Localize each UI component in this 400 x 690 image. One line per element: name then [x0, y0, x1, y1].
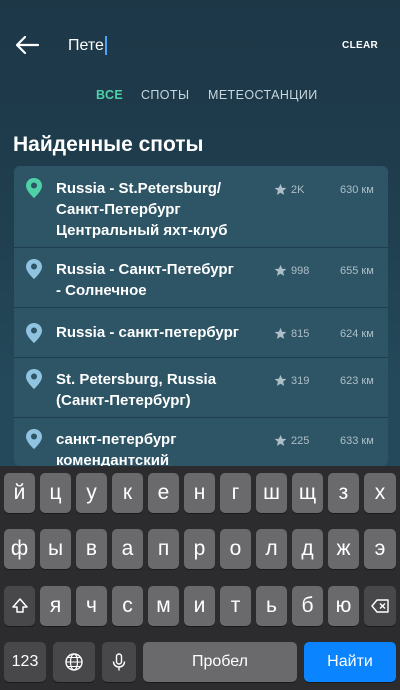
key[interactable]: г	[220, 473, 251, 513]
result-distance: 623 км	[340, 375, 374, 387]
key[interactable]: д	[292, 529, 323, 569]
result-name-line: Russia - санкт-петербург	[56, 324, 239, 341]
result-name: Russia - St.Petersburg/ Санкт-Петербург …	[56, 178, 268, 241]
clear-button[interactable]: CLEAR	[342, 40, 378, 51]
key[interactable]: л	[256, 529, 287, 569]
result-name-line: комендантский	[56, 452, 170, 466]
result-name: Russia - Санкт-Петебург - Солнечное	[56, 259, 268, 301]
result-name-line: санкт-петербург	[56, 431, 177, 448]
key[interactable]: и	[184, 586, 215, 626]
star-icon	[274, 183, 287, 195]
result-name-line: Russia - Санкт-Петебург	[56, 261, 234, 278]
shift-key[interactable]	[4, 586, 35, 626]
result-name: санкт-петербург комендантский	[56, 429, 268, 466]
tab-weather-stations[interactable]: МЕТЕОСТАНЦИИ	[208, 88, 318, 102]
results-list: Russia - St.Petersburg/ Санкт-Петербург …	[14, 166, 388, 466]
key[interactable]: т	[220, 586, 251, 626]
back-button[interactable]	[12, 30, 42, 60]
result-distance: 624 км	[340, 328, 374, 340]
key[interactable]: ч	[76, 586, 107, 626]
result-name-line: Russia - St.Petersburg/	[56, 180, 222, 197]
key[interactable]: ш	[256, 473, 287, 513]
key[interactable]: ь	[256, 586, 287, 626]
search-input[interactable]: Пете	[68, 36, 107, 56]
result-name-line: (Санкт-Петербург)	[56, 392, 191, 409]
key[interactable]: ю	[328, 586, 359, 626]
key[interactable]: с	[112, 586, 143, 626]
section-title: Найденные споты	[13, 133, 204, 156]
key[interactable]: щ	[292, 473, 323, 513]
result-distance: 633 км	[340, 435, 374, 447]
result-name: St. Petersburg, Russia (Санкт-Петербург)	[56, 369, 268, 411]
filter-tabs: ВСЕ СПОТЫ МЕТЕОСТАНЦИИ	[0, 88, 400, 108]
result-rating: 2K	[291, 184, 305, 196]
map-pin-icon	[26, 369, 42, 389]
key[interactable]: я	[40, 586, 71, 626]
space-key[interactable]: Пробел	[143, 642, 297, 682]
result-name-line: Санкт-Петербург	[56, 201, 181, 218]
key[interactable]: к	[112, 473, 143, 513]
search-go-key[interactable]: Найти	[304, 642, 396, 682]
key[interactable]: з	[328, 473, 359, 513]
backspace-key[interactable]	[364, 586, 396, 626]
result-item[interactable]: Russia - Санкт-Петебург - Солнечное 998 …	[14, 248, 388, 308]
shift-icon	[11, 598, 28, 613]
key[interactable]: ж	[328, 529, 359, 569]
result-item[interactable]: St. Petersburg, Russia (Санкт-Петербург)…	[14, 358, 388, 418]
result-rating: 815	[291, 328, 310, 340]
arrow-left-icon	[15, 35, 40, 55]
key[interactable]: х	[364, 473, 396, 513]
result-item[interactable]: Russia - St.Petersburg/ Санкт-Петербург …	[14, 166, 388, 248]
result-rating: 319	[291, 375, 310, 387]
key[interactable]: ц	[40, 473, 71, 513]
tab-all[interactable]: ВСЕ	[96, 88, 123, 102]
key[interactable]: а	[112, 529, 143, 569]
map-pin-icon	[26, 178, 42, 198]
result-distance: 630 км	[340, 184, 374, 196]
key[interactable]: б	[292, 586, 323, 626]
numbers-key[interactable]: 123	[4, 642, 46, 682]
star-icon	[274, 374, 287, 386]
result-item[interactable]: Russia - санкт-петербург 815 624 км	[14, 308, 388, 358]
result-rating: 998	[291, 265, 310, 277]
key[interactable]: в	[76, 529, 107, 569]
result-rating: 225	[291, 435, 310, 447]
map-pin-icon	[26, 323, 42, 343]
globe-icon	[65, 653, 83, 671]
result-name-line: Центральный яхт-клуб	[56, 222, 228, 239]
star-icon	[274, 264, 287, 276]
onscreen-keyboard: й ц у к е н г ш щ з х ф ы в а п р о л д …	[0, 466, 400, 690]
key[interactable]: м	[148, 586, 179, 626]
star-icon	[274, 434, 287, 446]
dictation-key[interactable]	[102, 642, 136, 682]
key[interactable]: ы	[40, 529, 71, 569]
search-input-value: Пете	[68, 37, 104, 54]
result-name-line: - Солнечное	[56, 282, 147, 299]
key[interactable]: р	[184, 529, 215, 569]
map-pin-icon	[26, 259, 42, 279]
result-name: Russia - санкт-петербург	[56, 322, 268, 343]
backspace-icon	[371, 599, 389, 613]
result-distance: 655 км	[340, 265, 374, 277]
key[interactable]: э	[364, 529, 396, 569]
tab-spots[interactable]: СПОТЫ	[141, 88, 189, 102]
map-pin-icon	[26, 429, 42, 449]
key[interactable]: ф	[4, 529, 35, 569]
result-name-line: St. Petersburg, Russia	[56, 371, 217, 388]
microphone-icon	[112, 653, 126, 671]
key[interactable]: е	[148, 473, 179, 513]
key[interactable]: у	[76, 473, 107, 513]
globe-key[interactable]	[53, 642, 95, 682]
key[interactable]: о	[220, 529, 251, 569]
key[interactable]: н	[184, 473, 215, 513]
search-header: Пете CLEAR	[0, 0, 400, 92]
star-icon	[274, 327, 287, 339]
text-caret	[104, 36, 107, 56]
key[interactable]: й	[4, 473, 35, 513]
result-item[interactable]: санкт-петербург комендантский 225 633 км	[14, 418, 388, 466]
key[interactable]: п	[148, 529, 179, 569]
